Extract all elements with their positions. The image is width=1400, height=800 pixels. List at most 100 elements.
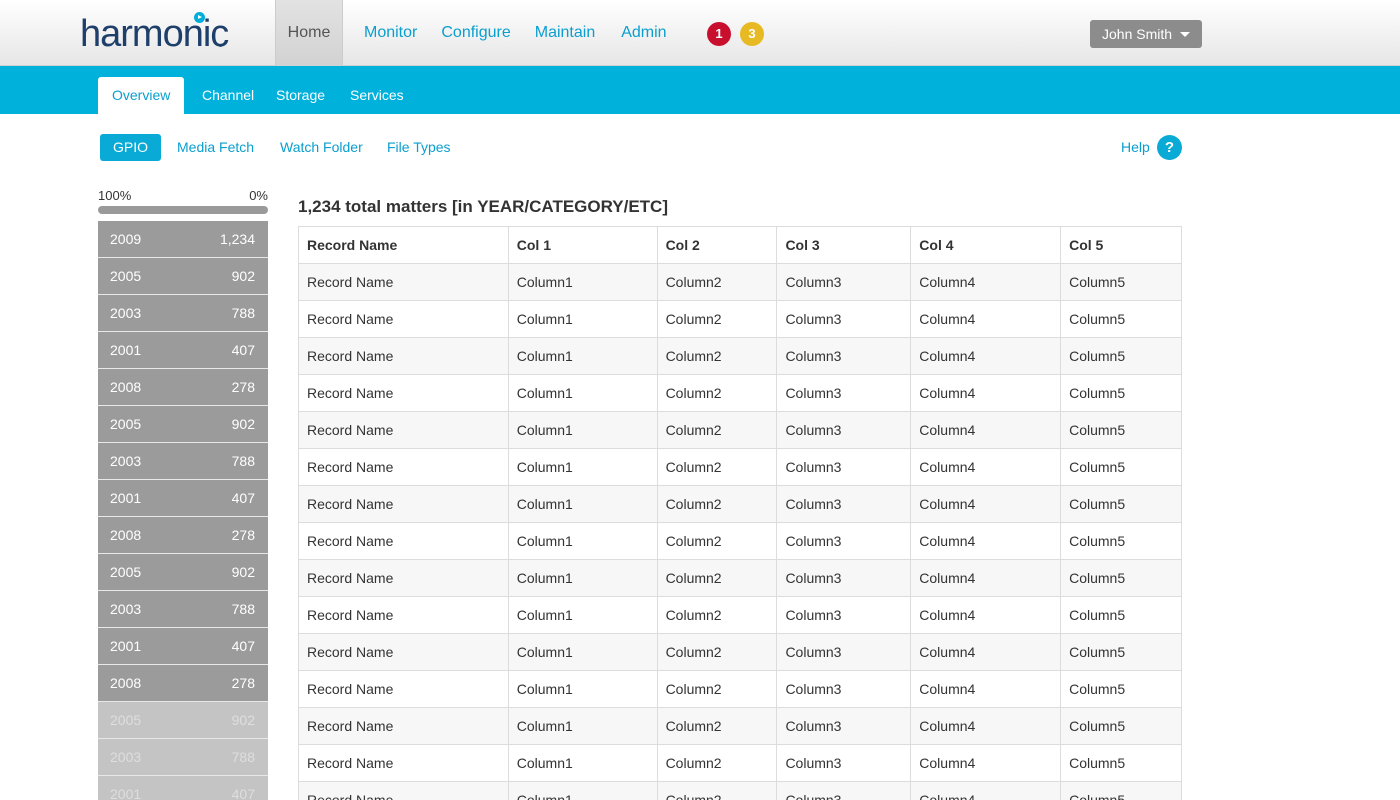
table-row[interactable]: Record Name Column1 Column2 Column3 Column4 C… <box>298 337 1182 375</box>
table-cell: Column3 <box>776 263 912 301</box>
table-title: 1,234 total matters [in YEAR/CATEGORY/ET… <box>298 197 668 216</box>
column-header[interactable]: Col 2 <box>656 226 778 264</box>
year-list-item[interactable]: 2005 902 <box>98 258 268 295</box>
table-cell: Column3 <box>776 374 912 412</box>
year-list-item[interactable]: 2005 902 <box>98 406 268 443</box>
table-cell: Column4 <box>910 633 1062 671</box>
year-count: 788 <box>231 749 255 765</box>
nav-monitor[interactable]: Monitor <box>352 0 429 66</box>
table-cell: Column1 <box>507 781 658 800</box>
nav-configure[interactable]: Configure <box>429 0 522 66</box>
table-row[interactable]: Record Name Column1 Column2 Column3 Column4 C… <box>298 744 1182 782</box>
table-cell: Column2 <box>656 411 778 449</box>
table-cell: Column4 <box>910 300 1062 338</box>
table-row[interactable]: Record Name Column1 Column2 Column3 Column4 C… <box>298 448 1182 486</box>
nav-home[interactable]: Home <box>275 0 343 66</box>
help-icon[interactable]: ? <box>1157 135 1182 160</box>
table-row[interactable]: Record Name Column1 Column2 Column3 Column4 C… <box>298 633 1182 671</box>
table-cell: Column4 <box>910 707 1062 745</box>
records-table: Record Name Col 1 Col 2 Col 3 Col 4 Col 5 Rec… <box>298 226 1182 800</box>
table-cell: Column5 <box>1060 300 1182 338</box>
table-cell: Column4 <box>910 781 1062 800</box>
year-label: 2003 <box>110 305 142 321</box>
table-cell: Record Name <box>298 707 509 745</box>
table-cell: Column5 <box>1060 485 1182 523</box>
table-cell: Column2 <box>656 781 778 800</box>
tab-storage[interactable]: Storage <box>276 77 325 114</box>
year-list-item[interactable]: 2001 407 <box>98 776 268 800</box>
year-label: 2003 <box>110 453 142 469</box>
pill-watch-folder[interactable]: Watch Folder <box>280 134 363 161</box>
critical-alert-badge[interactable]: 1 <box>707 22 731 46</box>
table-cell: Column5 <box>1060 744 1182 782</box>
year-label: 2001 <box>110 638 142 654</box>
year-list-item[interactable]: 2001 407 <box>98 332 268 369</box>
year-label: 2008 <box>110 527 142 543</box>
table-row[interactable]: Record Name Column1 Column2 Column3 Column4 C… <box>298 263 1182 301</box>
nav-maintain[interactable]: Maintain <box>523 0 607 66</box>
table-row[interactable]: Record Name Column1 Column2 Column3 Column4 C… <box>298 707 1182 745</box>
year-list-item[interactable]: 2001 407 <box>98 628 268 665</box>
table-cell: Column1 <box>507 559 658 597</box>
table-cell: Column4 <box>910 744 1062 782</box>
table-cell: Column2 <box>656 337 778 375</box>
year-list-item[interactable]: 2003 788 <box>98 295 268 332</box>
table-cell: Column2 <box>656 707 778 745</box>
table-row[interactable]: Record Name Column1 Column2 Column3 Column4 C… <box>298 411 1182 449</box>
table-row[interactable]: Record Name Column1 Column2 Column3 Column4 C… <box>298 300 1182 338</box>
tab-overview[interactable]: Overview <box>98 77 185 114</box>
table-cell: Column1 <box>507 337 658 375</box>
table-row[interactable]: Record Name Column1 Column2 Column3 Column4 C… <box>298 559 1182 597</box>
table-cell: Record Name <box>298 300 509 338</box>
year-label: 2003 <box>110 601 142 617</box>
table-cell: Column3 <box>776 596 912 634</box>
year-count: 902 <box>231 416 255 432</box>
table-row[interactable]: Record Name Column1 Column2 Column3 Column4 C… <box>298 485 1182 523</box>
year-count: 788 <box>231 601 255 617</box>
year-list-item[interactable]: 2003 788 <box>98 443 268 480</box>
range-slider[interactable] <box>98 206 268 214</box>
table-row[interactable]: Record Name Column1 Column2 Column3 Column4 C… <box>298 374 1182 412</box>
year-list-item[interactable]: 2009 1,234 <box>98 221 268 258</box>
table-cell: Column5 <box>1060 559 1182 597</box>
tab-channel[interactable]: Channel <box>202 77 254 114</box>
year-count: 407 <box>231 490 255 506</box>
table-cell: Column5 <box>1060 670 1182 708</box>
table-row[interactable]: Record Name Column1 Column2 Column3 Column4 C… <box>298 670 1182 708</box>
year-list-item[interactable]: 2001 407 <box>98 480 268 517</box>
table-row[interactable]: Record Name Column1 Column2 Column3 Column4 C… <box>298 596 1182 634</box>
column-header[interactable]: Col 4 <box>910 226 1062 264</box>
main-nav: Home Monitor Configure Maintain Admin <box>275 0 679 66</box>
help-link[interactable]: Help <box>1121 134 1150 161</box>
year-list-item[interactable]: 2003 788 <box>98 591 268 628</box>
play-icon <box>194 12 205 23</box>
table-cell: Column3 <box>776 411 912 449</box>
nav-admin[interactable]: Admin <box>609 0 678 66</box>
column-header[interactable]: Record Name <box>298 226 509 264</box>
pill-gpio[interactable]: GPIO <box>100 134 162 161</box>
year-list-item[interactable]: 2005 902 <box>98 702 268 739</box>
year-list-item[interactable]: 2008 278 <box>98 517 268 554</box>
table-cell: Column1 <box>507 596 658 634</box>
table-cell: Record Name <box>298 781 509 800</box>
year-list-item[interactable]: 2005 902 <box>98 554 268 591</box>
warning-alert-badge[interactable]: 3 <box>740 22 764 46</box>
user-menu-button[interactable]: John Smith <box>1090 20 1202 48</box>
column-header[interactable]: Col 3 <box>776 226 912 264</box>
pill-media-fetch[interactable]: Media Fetch <box>177 134 254 161</box>
range-max-label: 100% <box>98 188 132 203</box>
year-list-item[interactable]: 2008 278 <box>98 369 268 406</box>
table-row[interactable]: Record Name Column1 Column2 Column3 Column4 C… <box>298 781 1182 800</box>
year-list-item[interactable]: 2003 788 <box>98 739 268 776</box>
tab-services[interactable]: Services <box>350 77 404 114</box>
table-cell: Column4 <box>910 337 1062 375</box>
year-count: 278 <box>231 675 255 691</box>
column-header[interactable]: Col 1 <box>507 226 658 264</box>
year-count: 407 <box>231 342 255 358</box>
pill-file-types[interactable]: File Types <box>387 134 451 161</box>
column-header[interactable]: Col 5 <box>1060 226 1182 264</box>
table-row[interactable]: Record Name Column1 Column2 Column3 Column4 C… <box>298 522 1182 560</box>
table-cell: Record Name <box>298 263 509 301</box>
table-cell: Column4 <box>910 596 1062 634</box>
year-list-item[interactable]: 2008 278 <box>98 665 268 702</box>
